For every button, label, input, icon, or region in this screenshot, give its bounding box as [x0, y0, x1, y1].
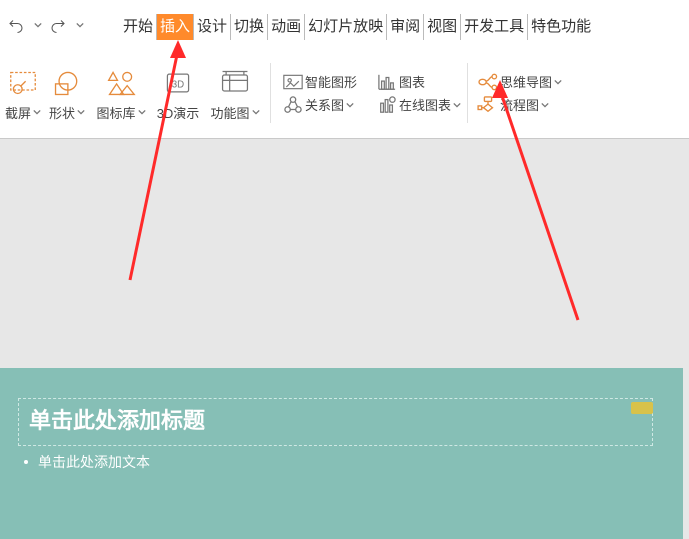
function-diagram-button[interactable]: 功能图: [206, 53, 264, 133]
tab-7[interactable]: 视图: [423, 14, 460, 40]
body-text: 单击此处添加文本: [38, 452, 150, 472]
separator: [467, 63, 468, 123]
tab-3[interactable]: 切换: [230, 14, 267, 40]
icon-library-button[interactable]: 图标库: [92, 53, 150, 133]
slide[interactable]: 单击此处添加标题 单击此处添加文本: [0, 368, 683, 539]
online-chart-button[interactable]: 在线图表: [375, 95, 461, 114]
screenshot-button[interactable]: 截屏: [4, 53, 42, 133]
body-placeholder[interactable]: 单击此处添加文本: [24, 452, 150, 472]
chart-label: 图表: [399, 72, 425, 91]
shape-button[interactable]: 形状: [42, 53, 92, 133]
tab-1[interactable]: 插入: [156, 14, 193, 40]
tab-9[interactable]: 特色功能: [527, 14, 594, 40]
redo-dropdown[interactable]: [76, 21, 84, 29]
slide-canvas[interactable]: 单击此处添加标题 单击此处添加文本: [0, 148, 689, 539]
smart-art-label: 智能图形: [305, 72, 357, 91]
svg-text:3D: 3D: [172, 79, 184, 90]
icon-library-label: 图标库: [96, 103, 135, 122]
relation-diagram-button[interactable]: 关系图: [281, 95, 357, 114]
screenshot-label: 截屏: [5, 103, 31, 122]
tab-6[interactable]: 审阅: [386, 14, 423, 40]
flowchart-button[interactable]: 流程图: [476, 95, 562, 114]
relation-diagram-label: 关系图: [305, 95, 344, 114]
redo-button[interactable]: [44, 11, 72, 39]
title-text: 单击此处添加标题: [19, 399, 652, 439]
tab-4[interactable]: 动画: [267, 14, 304, 40]
title-placeholder[interactable]: 单击此处添加标题: [18, 398, 653, 446]
function-diagram-label: 功能图: [210, 103, 249, 122]
rotation-handle[interactable]: [631, 402, 653, 414]
flowchart-label: 流程图: [500, 95, 539, 114]
separator: [270, 63, 271, 123]
3d-demo-label: 3D演示: [157, 103, 200, 122]
tab-8[interactable]: 开发工具: [460, 14, 527, 40]
tab-2[interactable]: 设计: [193, 14, 230, 40]
smart-art-button[interactable]: 智能图形: [281, 72, 357, 91]
mindmap-button[interactable]: 思维导图: [476, 72, 562, 91]
3d-demo-button[interactable]: 3D 3D演示: [150, 53, 206, 133]
online-chart-label: 在线图表: [399, 95, 451, 114]
tab-5[interactable]: 幻灯片放映: [304, 14, 386, 40]
undo-button[interactable]: [2, 11, 30, 39]
undo-dropdown[interactable]: [34, 21, 42, 29]
mindmap-label: 思维导图: [500, 72, 552, 91]
bullet-icon: [24, 460, 28, 464]
tab-0[interactable]: 开始: [120, 14, 156, 40]
shape-label: 形状: [49, 103, 75, 122]
chart-button[interactable]: 图表: [375, 72, 461, 91]
